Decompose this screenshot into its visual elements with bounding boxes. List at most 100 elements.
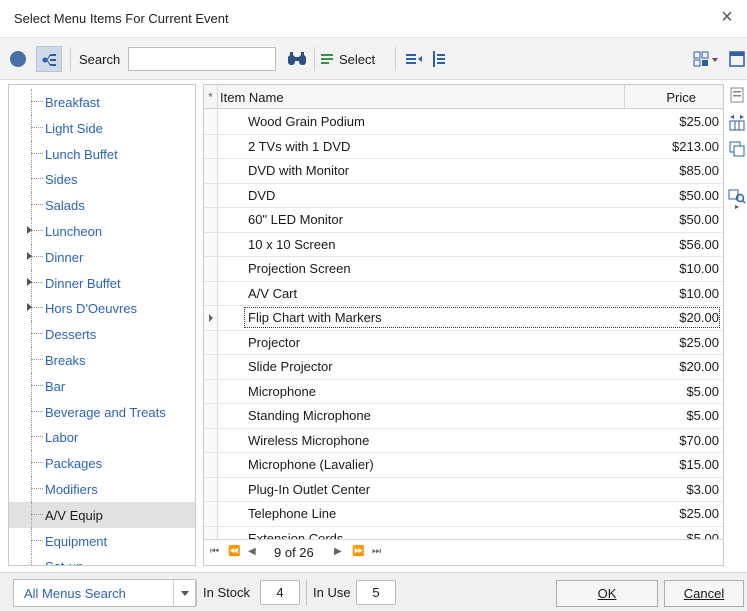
row-indicator[interactable] bbox=[204, 502, 218, 526]
row-indicator[interactable] bbox=[204, 183, 218, 207]
cell-item-name: 60" LED Monitor bbox=[248, 212, 343, 227]
tree-item[interactable]: Modifiers bbox=[9, 476, 195, 502]
tree-item-label: Hors D'Oeuvres bbox=[45, 301, 138, 317]
tree-item[interactable]: Dinner Buffet bbox=[9, 269, 195, 296]
table-row[interactable]: DVD with Monitor $85.00 bbox=[204, 159, 723, 184]
table-row[interactable]: A/V Cart $10.00 bbox=[204, 281, 723, 306]
row-indicator[interactable] bbox=[204, 257, 218, 281]
layout-dropdown-icon[interactable] bbox=[692, 49, 722, 69]
tree-item[interactable]: Desserts bbox=[9, 321, 195, 348]
row-indicator[interactable] bbox=[204, 330, 218, 354]
ok-button[interactable]: OK bbox=[556, 580, 658, 607]
row-indicator[interactable] bbox=[204, 306, 218, 330]
tree-item[interactable]: Salads bbox=[9, 192, 195, 219]
tree-item[interactable]: Packages bbox=[9, 450, 195, 477]
tree-item[interactable]: Labor bbox=[9, 424, 195, 451]
select-button[interactable]: Select bbox=[320, 48, 375, 70]
in-stock-field[interactable]: 4 bbox=[260, 580, 300, 605]
collapse-icon[interactable] bbox=[404, 49, 424, 69]
table-row[interactable]: Microphone (Lavalier) $15.00 bbox=[204, 453, 723, 478]
expand-arrow-icon[interactable] bbox=[27, 277, 32, 286]
row-indicator[interactable] bbox=[204, 404, 218, 428]
table-row[interactable]: Slide Projector $20.00 bbox=[204, 355, 723, 380]
tree-connector-line bbox=[31, 192, 32, 219]
column-header-item-name[interactable]: Item Name bbox=[220, 90, 284, 105]
tree-item[interactable]: A/V Equip bbox=[9, 501, 195, 528]
tree-item[interactable]: Hors D'Oeuvres bbox=[9, 295, 195, 322]
circle-icon[interactable] bbox=[10, 51, 26, 67]
cell-item-name: DVD bbox=[248, 187, 276, 203]
copy-icon[interactable] bbox=[728, 140, 746, 158]
table-row[interactable]: Wireless Microphone $70.00 bbox=[204, 428, 723, 453]
find-in-grid-icon[interactable] bbox=[728, 188, 746, 209]
row-indicator[interactable] bbox=[204, 281, 218, 305]
close-icon[interactable]: × bbox=[717, 6, 737, 29]
table-row[interactable]: Plug-In Outlet Center $3.00 bbox=[204, 477, 723, 502]
row-indicator[interactable] bbox=[204, 134, 218, 158]
tree-item[interactable]: Breaks bbox=[9, 347, 195, 373]
tree-item[interactable]: Sides bbox=[9, 166, 195, 193]
tree-connector bbox=[31, 436, 43, 438]
tree-item[interactable]: Beverage and Treats bbox=[9, 398, 195, 425]
first-record-icon[interactable]: ⏮ bbox=[210, 546, 219, 557]
tree-connector bbox=[31, 152, 43, 154]
last-record-icon[interactable]: ⏭ bbox=[372, 546, 381, 557]
tree-item[interactable]: Dinner bbox=[9, 243, 195, 270]
row-indicator[interactable] bbox=[204, 379, 218, 403]
column-header-price[interactable]: Price bbox=[624, 85, 722, 109]
previous-page-icon[interactable]: ⏪ bbox=[228, 546, 240, 557]
expand-arrow-icon[interactable] bbox=[27, 226, 32, 234]
cell-item-name: 2 TVs with 1 DVD bbox=[248, 138, 351, 154]
tree-item[interactable]: Lunch Buffet bbox=[9, 140, 195, 167]
tree-item[interactable]: Luncheon bbox=[9, 218, 195, 244]
tree-item[interactable]: Equipment bbox=[9, 527, 195, 554]
row-indicator[interactable] bbox=[204, 453, 218, 477]
tree-item[interactable]: Breakfast bbox=[9, 89, 195, 115]
row-indicator[interactable] bbox=[204, 208, 218, 232]
search-input[interactable] bbox=[128, 47, 276, 71]
row-indicator[interactable] bbox=[204, 232, 218, 256]
tree-item[interactable]: Bar bbox=[9, 372, 195, 399]
row-indicator[interactable] bbox=[204, 428, 218, 452]
next-record-icon[interactable]: ▶ bbox=[334, 546, 342, 557]
cell-item-name: Plug-In Outlet Center bbox=[248, 481, 371, 497]
tree-view-toggle-icon[interactable] bbox=[36, 46, 62, 72]
table-row[interactable]: Telephone Line $25.00 bbox=[204, 502, 723, 527]
table-row[interactable]: 10 x 10 Screen $56.00 bbox=[204, 232, 723, 257]
document-icon[interactable] bbox=[728, 86, 746, 104]
expand-arrow-icon[interactable] bbox=[27, 251, 32, 260]
table-row[interactable]: Wood Grain Podium $25.00 bbox=[204, 110, 723, 135]
tree-item[interactable]: Light Side bbox=[9, 114, 195, 141]
chevron-down-icon[interactable] bbox=[173, 580, 195, 606]
tree-item-label: Desserts bbox=[45, 327, 97, 343]
table-row[interactable]: Standing Microphone $5.00 bbox=[204, 404, 723, 429]
cancel-button[interactable]: Cancel bbox=[664, 580, 744, 607]
panel-icon[interactable] bbox=[728, 49, 746, 69]
table-row[interactable]: Projection Screen $10.00 bbox=[204, 257, 723, 282]
table-row[interactable]: DVD $50.00 bbox=[204, 183, 723, 208]
tree-item[interactable]: Set-up bbox=[9, 553, 195, 565]
row-indicator[interactable] bbox=[204, 110, 218, 134]
expand-arrow-icon[interactable] bbox=[27, 303, 32, 312]
table-row[interactable]: 2 TVs with 1 DVD $213.00 bbox=[204, 134, 723, 159]
binoculars-icon[interactable] bbox=[286, 50, 308, 68]
resize-columns-icon[interactable] bbox=[728, 114, 746, 132]
tree-connector bbox=[31, 281, 43, 283]
in-use-field[interactable]: 5 bbox=[356, 580, 396, 605]
table-row[interactable]: Flip Chart with Markers $20.00 bbox=[204, 306, 723, 331]
row-indicator[interactable] bbox=[204, 477, 218, 501]
previous-record-icon[interactable]: ◀ bbox=[248, 546, 256, 557]
next-page-icon[interactable]: ⏩ bbox=[352, 546, 364, 557]
table-row[interactable]: Microphone $5.00 bbox=[204, 379, 723, 404]
tree-expand-icon[interactable] bbox=[430, 49, 450, 69]
table-row[interactable]: 60" LED Monitor $50.00 bbox=[204, 208, 723, 233]
row-indicator[interactable] bbox=[204, 159, 218, 183]
menus-search-combo[interactable]: All Menus Search bbox=[13, 579, 196, 607]
toolbar: Search Select bbox=[0, 38, 747, 80]
tree-connector-line bbox=[31, 166, 32, 193]
table-row[interactable]: Projector $25.00 bbox=[204, 330, 723, 355]
toolbar-divider bbox=[395, 47, 396, 71]
current-row-arrow-icon bbox=[209, 314, 213, 322]
tree-connector bbox=[31, 359, 43, 360]
row-indicator[interactable] bbox=[204, 355, 218, 379]
